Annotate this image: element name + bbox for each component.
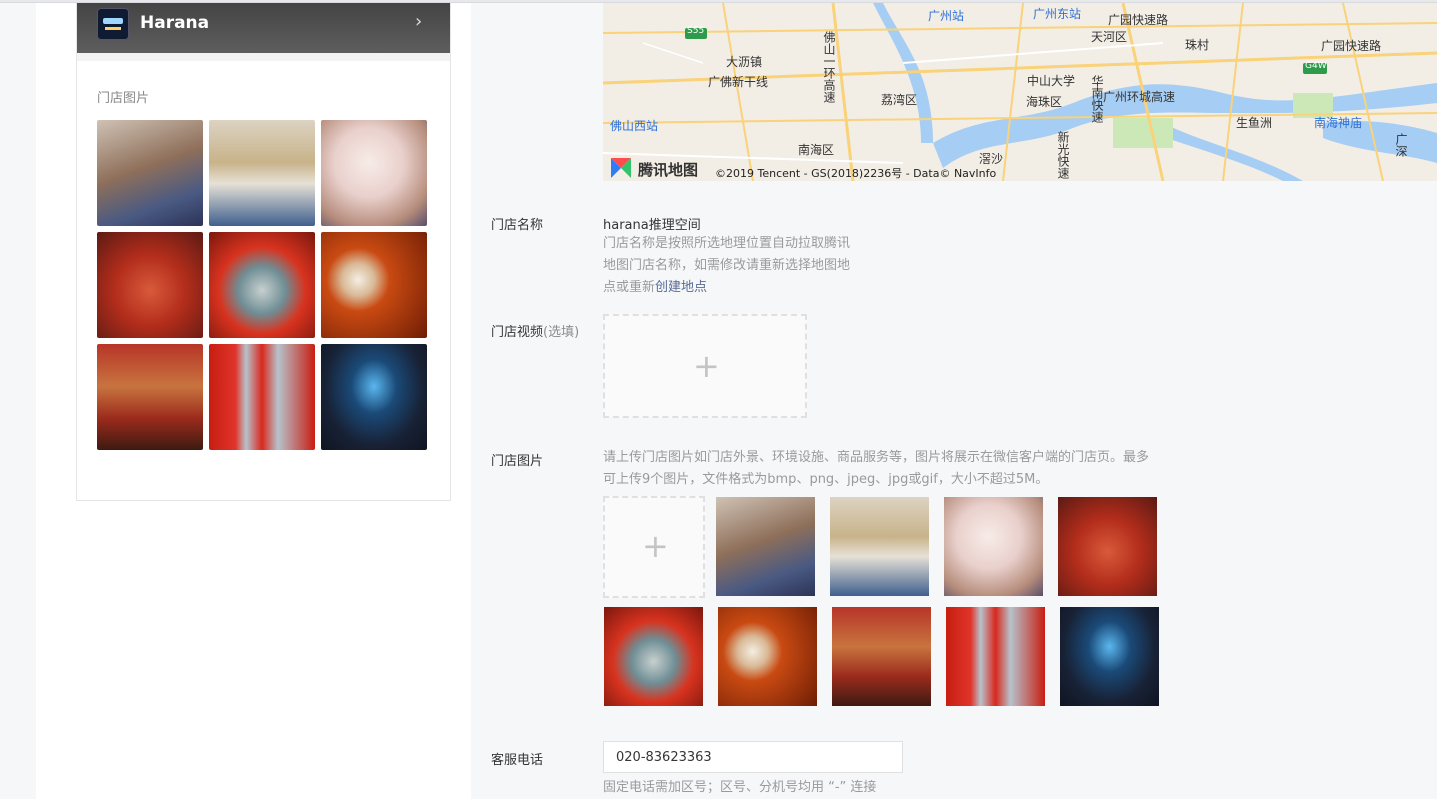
chevron-right-icon: › [415,11,423,32]
preview-photo [97,344,203,450]
store-video-label-text: 门店视频 [491,325,544,340]
map-label: 大沥镇 [726,55,763,69]
preview-photo [321,120,427,226]
tencent-map-logo-icon [611,158,631,178]
store-preview-card: Harana › 门店图片 [76,3,451,501]
store-video-label: 门店视频(选填) [491,321,579,340]
store-photos-hint-line: 可上传9个图片，文件格式为bmp、png、jpeg、jpg或gif，大小不超过5… [603,472,1049,487]
uploaded-photo[interactable] [946,607,1045,706]
store-name-label: 门店名称 [491,218,544,233]
map-label: 海珠区 [1026,95,1063,109]
map-road-badge: S55 [687,26,705,36]
plus-icon: + [642,527,669,565]
store-photos-hint-line: 请上传门店图片如门店外景、环境设施、商品服务等，图片将展示在微信客户端的门店页。… [603,450,1150,465]
uploaded-photo[interactable] [830,497,929,596]
map-label: 广州东站 [1033,7,1082,21]
preview-photo [209,344,315,450]
uploaded-photo[interactable] [604,607,703,706]
preview-photo [97,120,203,226]
phone-label: 客服电话 [491,753,544,768]
create-location-link[interactable]: 创建地点 [655,280,707,295]
map-label: 广园快速路 [1108,13,1169,27]
preview-header[interactable]: Harana › [77,3,450,53]
preview-photo [209,232,315,338]
map-label: 广深 [1394,133,1408,157]
preview-photos-label: 门店图片 [97,91,150,106]
store-photos-label: 门店图片 [491,454,544,469]
map-label: 新光快速 [1056,131,1070,179]
store-name-hint-line: 地图门店名称，如需修改请重新选择地图地 [603,258,851,273]
map-road-badge: G4W [1305,61,1327,71]
store-name-hint-text: 点或重新 [603,280,656,295]
store-name-value: harana推理空间 [603,218,701,233]
map-label: 生鱼洲 [1236,116,1273,130]
optional-tag: (选填) [543,325,580,340]
map-label: 南海神庙 [1314,116,1363,130]
store-logo-icon [97,8,129,40]
store-photos-hint: 请上传门店图片如门店外景、环境设施、商品服务等，图片将展示在微信客户端的门店页。… [603,447,1203,491]
map-label: 南海区 [798,143,835,157]
uploaded-photo[interactable] [944,497,1043,596]
uploaded-photo[interactable] [1058,497,1157,596]
photo-upload-button[interactable]: + [603,496,705,598]
map-logo-text: 腾讯地图 [638,161,699,179]
uploaded-photo[interactable] [832,607,931,706]
map-label: 佛山西站 [610,119,659,133]
store-name-hint-line: 点或重新创建地点 [603,277,893,299]
map-label: 珠村 [1185,38,1210,52]
uploaded-photo[interactable] [716,497,815,596]
store-name-hint: 门店名称是按照所选地理位置自动拉取腾讯 地图门店名称，如需修改请重新选择地图地 … [603,233,893,299]
map-label: 广州站 [928,9,965,23]
map-label: 天河区 [1091,30,1128,44]
preview-photo [97,232,203,338]
phone-hint: 固定电话需加区号；区号、分机号均用 “-” 连接 [603,780,877,795]
store-name-hint-line: 门店名称是按照所选地理位置自动拉取腾讯 [603,236,851,251]
preview-photo [321,232,427,338]
plus-icon: + [693,347,720,385]
phone-input[interactable] [603,741,903,773]
map-label: 荔湾区 [881,93,918,107]
map-label: 佛山一环高速 [822,31,836,103]
map-label: 广州环城高速 [1103,90,1176,104]
uploaded-photo[interactable] [718,607,817,706]
location-map[interactable]: S55 G4W 广州站 广州东站 广园快速路 天河区 珠村 广园快速路 大沥镇 … [603,3,1437,181]
video-upload-button[interactable]: + [603,314,807,418]
map-label: 中山大学 [1027,74,1076,88]
preview-store-name: Harana [140,13,210,33]
map-graphic [603,3,1437,181]
map-copyright: ©2019 Tencent - GS(2018)2236号 - Data© Na… [715,167,997,180]
uploaded-photo[interactable] [1060,607,1159,706]
map-label: 广园快速路 [1321,39,1382,53]
preview-divider [77,53,450,61]
map-label: 广佛新干线 [708,75,769,89]
preview-photo [321,344,427,450]
preview-photo [209,120,315,226]
